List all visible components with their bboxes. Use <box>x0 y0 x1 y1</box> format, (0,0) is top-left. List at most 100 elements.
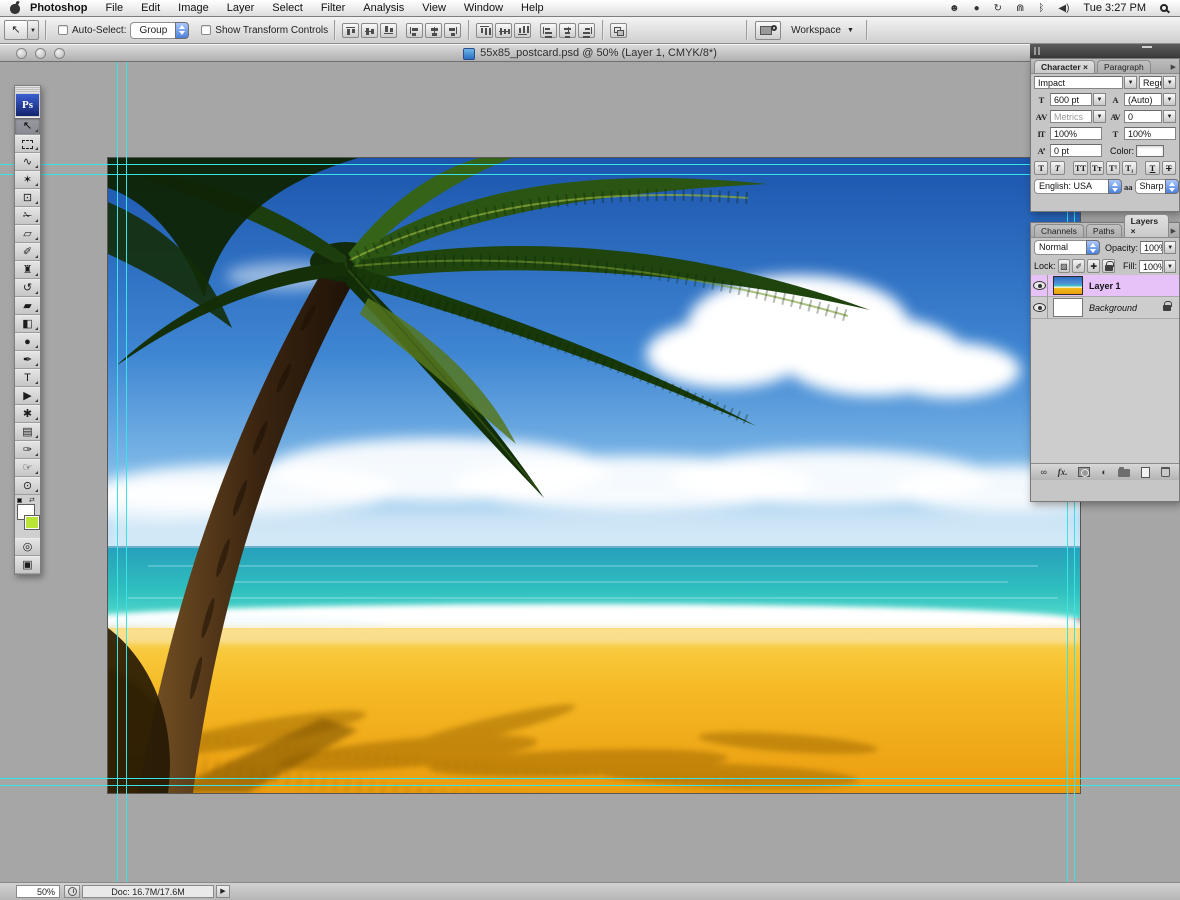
bluetooth-icon[interactable]: ᛒ <box>1038 1 1044 16</box>
layer-name[interactable]: Background <box>1089 303 1137 313</box>
font-size-dropdown[interactable]: ▼ <box>1093 93 1106 106</box>
layer-visibility-toggle[interactable] <box>1031 297 1048 319</box>
opacity-dropdown[interactable]: ▼ <box>1164 241 1176 254</box>
status-flyout-button[interactable]: ▶ <box>216 885 230 898</box>
horizontal-scale-field[interactable]: 100% <box>1124 127 1176 140</box>
align-right-edges-button[interactable] <box>444 23 461 38</box>
font-style-field[interactable]: Regular <box>1139 76 1162 89</box>
tool-preset-arrow[interactable]: ▼ <box>28 20 39 40</box>
tab-paragraph[interactable]: Paragraph <box>1097 60 1151 73</box>
history-brush-tool[interactable]: ↺ <box>15 279 40 297</box>
link-layers-button[interactable]: ∞ <box>1040 465 1046 480</box>
quick-mask-button[interactable]: ◎ <box>15 538 40 556</box>
eyedropper-tool[interactable]: ✑ <box>15 441 40 459</box>
align-horizontal-centers-button[interactable] <box>425 23 442 38</box>
magic-wand-tool[interactable]: ✶ <box>15 171 40 189</box>
apple-icon[interactable] <box>10 2 21 14</box>
panel-menu-icon[interactable]: ▶ <box>1171 63 1176 71</box>
superscript-button[interactable]: T¹ <box>1106 161 1120 175</box>
fill-field[interactable]: 100% <box>1139 260 1163 273</box>
layer-row-layer1[interactable]: Layer 1 <box>1031 275 1179 297</box>
layer-row-background[interactable]: Background <box>1031 297 1179 319</box>
layer-visibility-toggle[interactable] <box>1031 275 1048 297</box>
status-menu-icon-1[interactable]: ☻ <box>949 1 960 16</box>
distribute-bottom-edges-button[interactable] <box>514 23 531 38</box>
subscript-button[interactable]: T₁ <box>1122 161 1136 175</box>
kerning-field[interactable]: Metrics <box>1050 110 1092 123</box>
tab-layers[interactable]: Layers × <box>1124 214 1169 237</box>
tracking-dropdown[interactable]: ▼ <box>1163 110 1176 123</box>
move-tool[interactable]: ↖ <box>15 117 40 135</box>
healing-brush-tool[interactable]: ▱ <box>15 225 40 243</box>
font-style-dropdown[interactable]: ▼ <box>1163 76 1176 89</box>
volume-icon[interactable]: ◀) <box>1058 1 1069 16</box>
lock-position-button[interactable]: ✚ <box>1087 259 1100 273</box>
layer-style-button[interactable]: fx. <box>1058 465 1068 480</box>
tab-paths[interactable]: Paths <box>1086 224 1122 237</box>
blur-tool[interactable]: ● <box>15 333 40 351</box>
spotlight-icon[interactable] <box>1160 4 1168 12</box>
distribute-right-edges-button[interactable] <box>578 23 595 38</box>
menu-window[interactable]: Window <box>455 2 512 14</box>
kerning-dropdown[interactable]: ▼ <box>1093 110 1106 123</box>
menu-select[interactable]: Select <box>263 2 312 14</box>
add-layer-mask-button[interactable] <box>1078 467 1090 477</box>
layer1-thumbnail[interactable] <box>1053 276 1083 295</box>
guide-vertical-left-outer[interactable] <box>117 62 118 882</box>
delete-layer-button[interactable] <box>1161 467 1170 477</box>
align-bottom-edges-button[interactable] <box>380 23 397 38</box>
panel-menu-icon[interactable]: ▶ <box>1171 227 1176 235</box>
background-thumbnail[interactable] <box>1053 298 1083 317</box>
status-menu-icon-2[interactable]: ● <box>974 1 980 16</box>
document-title-bar[interactable]: 55x85_postcard.psd @ 50% (Layer 1, CMYK/… <box>0 44 1180 62</box>
font-family-field[interactable]: Impact <box>1034 76 1123 89</box>
layer-name[interactable]: Layer 1 <box>1089 281 1121 291</box>
canvas-image[interactable] <box>108 158 1080 793</box>
lock-all-button[interactable] <box>1102 259 1115 273</box>
hand-tool[interactable]: ☞ <box>15 459 40 477</box>
opacity-field[interactable]: 100% <box>1140 241 1163 254</box>
guide-horizontal-top-inner[interactable] <box>0 174 1180 175</box>
type-tool[interactable]: T <box>15 369 40 387</box>
leading-dropdown[interactable]: ▼ <box>1163 93 1176 106</box>
marquee-tool[interactable] <box>15 135 40 153</box>
tool-preset-button[interactable]: ↖ <box>4 20 28 40</box>
screen-mode-button[interactable]: ▣ <box>15 556 40 574</box>
align-left-edges-button[interactable] <box>406 23 423 38</box>
fill-dropdown[interactable]: ▼ <box>1164 260 1176 273</box>
font-size-field[interactable]: 600 pt <box>1050 93 1092 106</box>
adjustment-layer-button[interactable]: ◐ <box>1101 465 1106 480</box>
underline-button[interactable]: T <box>1145 161 1159 175</box>
auto-select-dropdown[interactable]: Group <box>130 22 189 39</box>
anti-alias-dropdown[interactable]: Sharp <box>1135 179 1179 194</box>
baseline-shift-field[interactable]: 0 pt <box>1050 144 1102 157</box>
lasso-tool[interactable]: ∿ <box>15 153 40 171</box>
background-color-swatch[interactable] <box>24 515 40 530</box>
guide-horizontal-bottom-inner[interactable] <box>0 778 1180 779</box>
language-dropdown[interactable]: English: USA <box>1034 179 1122 194</box>
brush-tool[interactable]: ✐ <box>15 243 40 261</box>
lock-transparency-button[interactable]: ▨ <box>1058 259 1071 273</box>
menu-analysis[interactable]: Analysis <box>354 2 413 14</box>
new-group-button[interactable] <box>1118 469 1130 477</box>
distribute-top-edges-button[interactable] <box>476 23 493 38</box>
crop-tool[interactable]: ⊡ <box>15 189 40 207</box>
align-top-edges-button[interactable] <box>342 23 359 38</box>
tracking-field[interactable]: 0 <box>1124 110 1162 123</box>
shape-tool[interactable]: ✱ <box>15 405 40 423</box>
menu-edit[interactable]: Edit <box>132 2 169 14</box>
font-family-dropdown[interactable]: ▼ <box>1124 76 1137 89</box>
workspace-dropdown-label[interactable]: Workspace <box>791 25 841 36</box>
vertical-scale-field[interactable]: 100% <box>1050 127 1102 140</box>
canvas-area[interactable] <box>0 62 1180 882</box>
tab-character[interactable]: Character × <box>1034 60 1095 73</box>
menu-help[interactable]: Help <box>512 2 553 14</box>
version-cue-button[interactable] <box>64 885 80 898</box>
dock-grip[interactable] <box>1034 47 1036 55</box>
faux-bold-button[interactable]: T <box>1034 161 1048 175</box>
guide-horizontal-top-outer[interactable] <box>0 164 1180 165</box>
new-layer-button[interactable] <box>1141 467 1150 478</box>
zoom-window-button[interactable] <box>54 48 65 59</box>
document-size-info[interactable]: Doc: 16.7M/17.6M <box>82 885 214 898</box>
show-transform-checkbox[interactable] <box>201 25 211 35</box>
